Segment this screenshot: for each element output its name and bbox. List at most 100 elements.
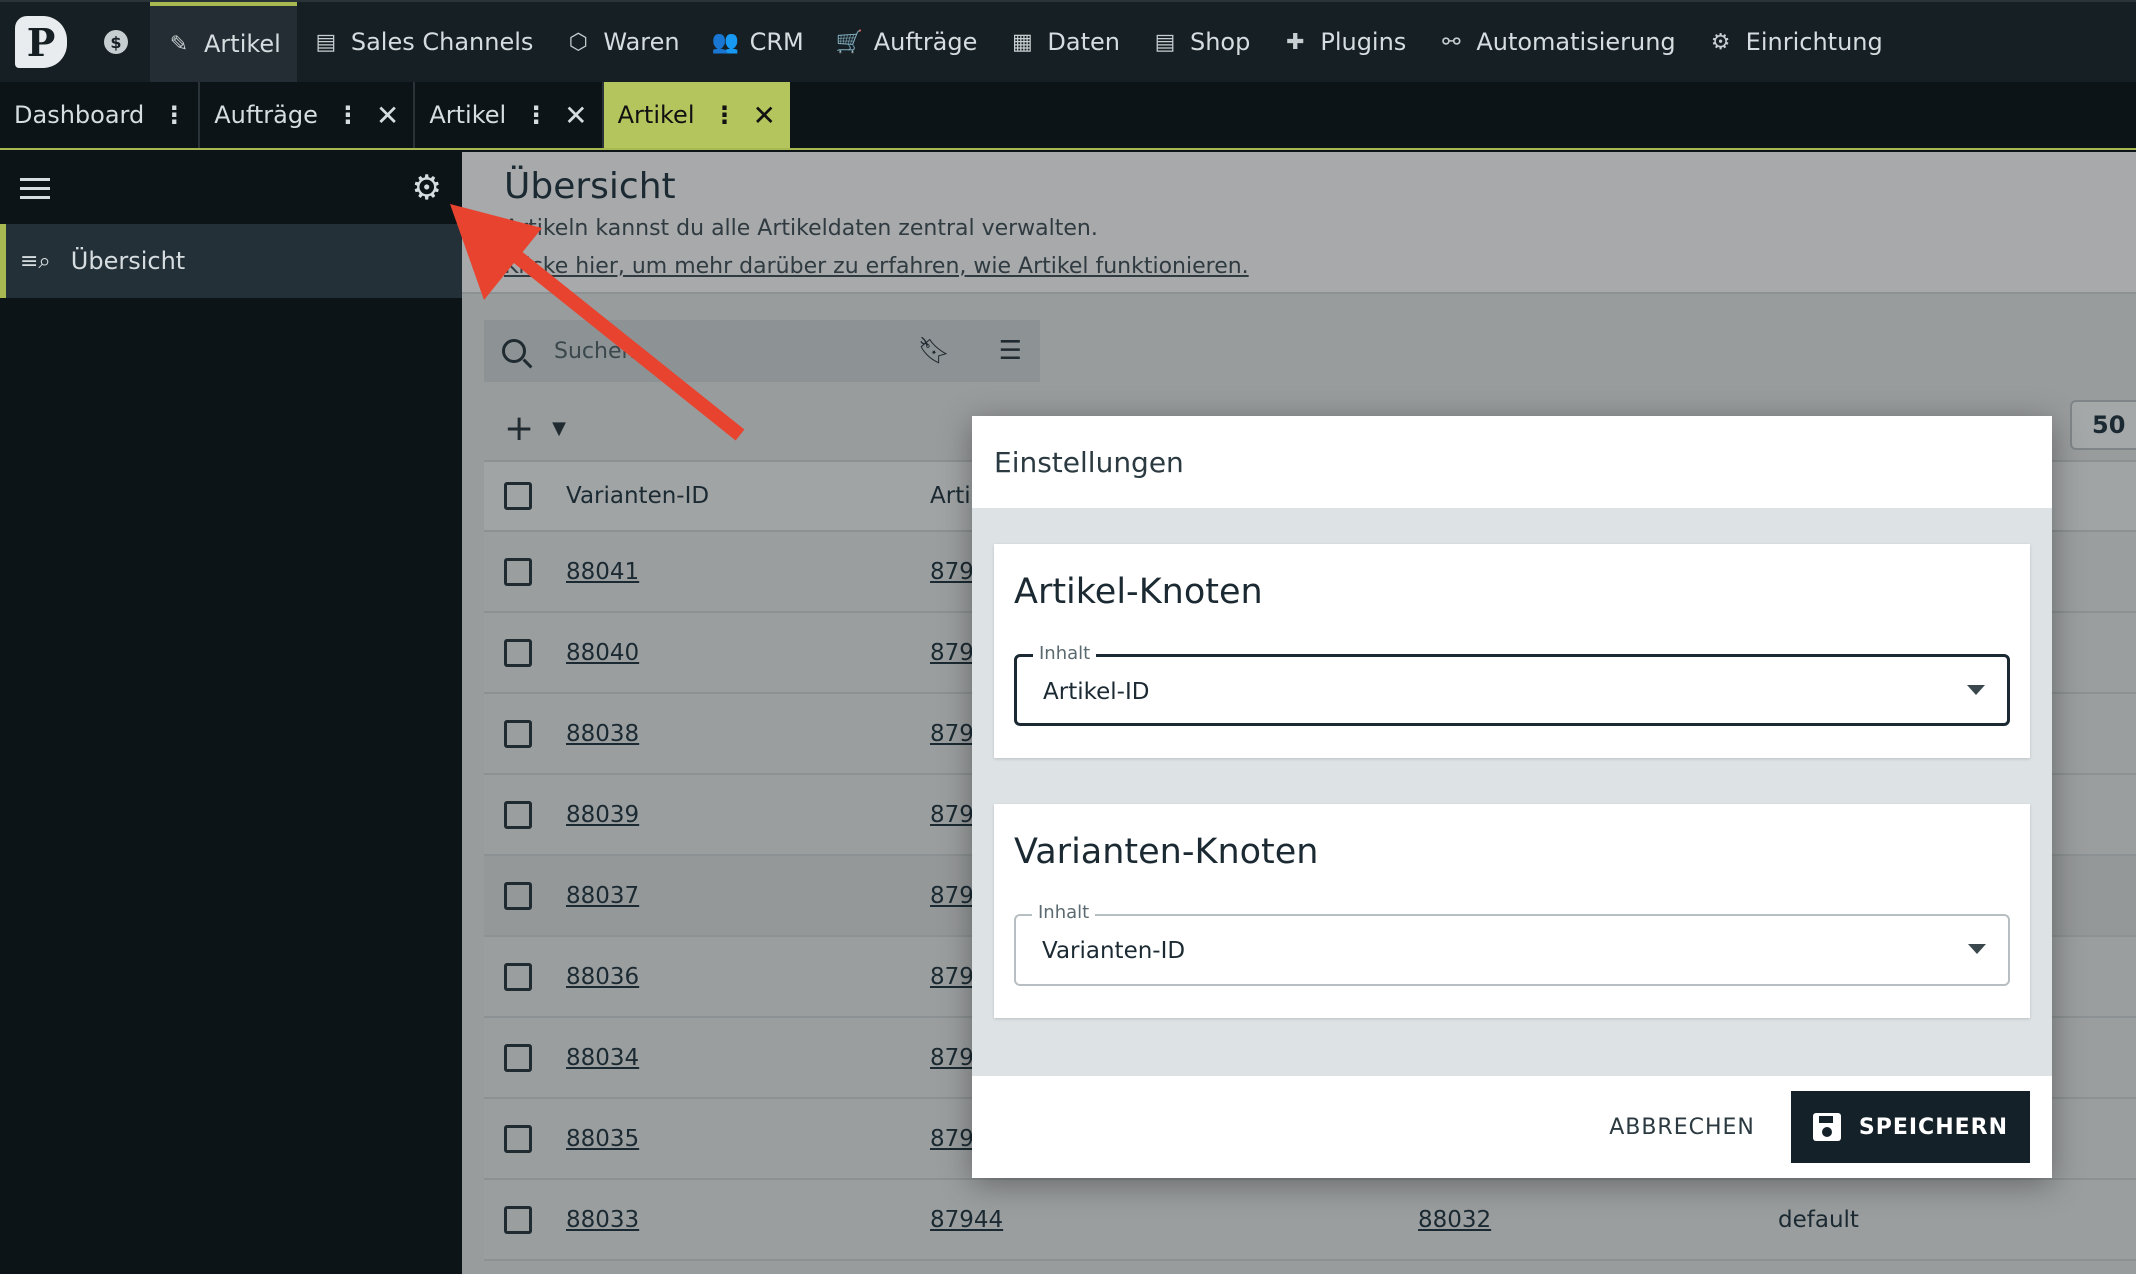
nav-item-waren[interactable]: ⬡ Waren [549, 2, 695, 82]
cell-article-id[interactable]: 879 [930, 964, 974, 990]
table-row[interactable]: 88033 87944 88032 default [484, 1180, 2136, 1261]
select-all-checkbox[interactable] [504, 482, 532, 510]
row-checkbox[interactable] [504, 638, 532, 667]
menu-icon[interactable] [20, 177, 50, 199]
more-vert-icon[interactable]: ⋮ [162, 101, 186, 129]
row-checkbox[interactable] [504, 962, 532, 991]
row-checkbox[interactable] [504, 1124, 532, 1153]
cell-article-id[interactable]: 879 [930, 640, 974, 666]
variant-node-title: Varianten-Knoten [1014, 832, 1319, 872]
bookmark-icon[interactable]: 🔖︎ [918, 336, 951, 366]
cell-article-id[interactable]: 87944 [930, 1207, 1003, 1233]
cancel-button[interactable]: ABBRECHEN [1609, 1115, 1755, 1140]
cart-icon: 🛒 [835, 29, 864, 55]
tab-aufträge[interactable]: Aufträge ⋮ ✕ [200, 82, 416, 148]
gear-icon: ⚙ [1710, 29, 1731, 55]
boxes-icon: ⬡ [568, 29, 588, 55]
nav-item-shop[interactable]: ▤ Shop [1136, 2, 1266, 82]
puzzle-icon: ✚ [1286, 29, 1305, 55]
flow-icon: ⚯ [1442, 29, 1461, 55]
nav-item-label: Einrichtung [1745, 28, 1883, 56]
cell-article-id[interactable]: 879 [930, 802, 974, 828]
close-icon[interactable]: ✕ [376, 99, 399, 132]
tab-artikel[interactable]: Artikel ⋮ ✕ [603, 82, 790, 148]
annotation-arrow-icon [450, 204, 745, 441]
select-label: Inhalt [1032, 902, 1096, 923]
cell-variant-id[interactable]: 88038 [566, 721, 639, 747]
tag-icon: ✎ [169, 31, 189, 57]
settings-dialog: Einstellungen Artikel-Knoten Inhalt Arti… [972, 416, 2052, 1178]
cell-article-id[interactable]: 879 [930, 1045, 974, 1071]
more-vert-icon[interactable]: ⋮ [336, 101, 360, 129]
dollar-icon: $ [104, 30, 128, 54]
nav-item-label: Waren [603, 28, 680, 56]
article-node-title: Artikel-Knoten [1014, 572, 1263, 612]
logo[interactable]: P [0, 2, 82, 82]
tab-label: Dashboard [14, 101, 145, 129]
tab-dashboard[interactable]: Dashboard ⋮ [0, 82, 201, 148]
cell-article-id[interactable]: 879 [930, 721, 974, 747]
variant-node-content-select[interactable]: Inhalt Varianten-ID [1014, 902, 2010, 986]
save-button[interactable]: SPEICHERN [1790, 1091, 2030, 1163]
dialog-body: Artikel-Knoten Inhalt Artikel-ID Variant… [972, 508, 2052, 1076]
nav-item-aufträge[interactable]: 🛒 Aufträge [820, 2, 994, 82]
currency-button[interactable]: $ [82, 30, 150, 54]
cell-variant-id[interactable]: 88034 [566, 1045, 639, 1071]
caret-down-icon [1967, 685, 1985, 695]
row-checkbox[interactable] [504, 1205, 532, 1234]
select-label: Inhalt [1033, 643, 1097, 664]
nav-item-label: Automatisierung [1476, 28, 1676, 56]
variant-node-card: Varianten-Knoten Inhalt Varianten-ID [994, 804, 2030, 1018]
nav-item-daten[interactable]: ▦ Daten [993, 2, 1136, 82]
more-vert-icon[interactable]: ⋮ [712, 101, 736, 129]
save-button-label: SPEICHERN [1858, 1114, 2008, 1140]
tab-artikel[interactable]: Artikel ⋮ ✕ [415, 82, 604, 148]
database-icon: ▦ [1011, 29, 1033, 55]
more-vert-icon[interactable]: ⋮ [524, 101, 548, 129]
tab-bar: Dashboard ⋮ Aufträge ⋮ ✕ Artikel ⋮ ✕ Artikel ⋮ ✕ [0, 82, 2136, 150]
row-checkbox[interactable] [504, 557, 532, 586]
nav-item-label: Sales Channels [350, 28, 534, 56]
list-search-icon: ≡⌕ [20, 248, 51, 274]
cell-variant-id[interactable]: 88037 [566, 883, 639, 909]
rows-per-page-select[interactable]: 50 [2070, 400, 2136, 450]
row-checkbox[interactable] [504, 800, 532, 829]
row-checkbox[interactable] [504, 881, 532, 910]
nav-item-automatisierung[interactable]: ⚯ Automatisierung [1422, 2, 1691, 82]
close-icon[interactable]: ✕ [564, 99, 587, 132]
nav-item-crm[interactable]: 👥 CRM [696, 2, 820, 82]
nav-item-sales-channels[interactable]: ▤ Sales Channels [297, 2, 550, 82]
nav-item-label: Artikel [204, 30, 281, 58]
row-checkbox[interactable] [504, 719, 532, 748]
row-checkbox[interactable] [504, 1043, 532, 1072]
article-node-card: Artikel-Knoten Inhalt Artikel-ID [994, 544, 2030, 758]
cell-variant-id[interactable]: 88041 [566, 559, 639, 585]
cell-variant-id[interactable]: 88033 [566, 1207, 639, 1233]
store-icon: ▤ [315, 29, 337, 55]
nav-item-label: Shop [1189, 28, 1251, 56]
cell-variant-id[interactable]: 88035 [566, 1126, 639, 1152]
cell-variant-id[interactable]: 88040 [566, 640, 639, 666]
cell-variant-id[interactable]: 88039 [566, 802, 639, 828]
cell-article-id[interactable]: 879 [930, 883, 974, 909]
filter-sliders-icon[interactable]: ☰ [999, 336, 1022, 366]
select-value: Varianten-ID [1042, 938, 1186, 964]
article-node-content-select[interactable]: Inhalt Artikel-ID [1014, 643, 2010, 726]
sidebar-item-uebersicht[interactable]: ≡⌕ Übersicht [0, 224, 462, 298]
cell-col4: default [1778, 1206, 1859, 1233]
nav-item-einrichtung[interactable]: ⚙ Einrichtung [1692, 2, 1899, 82]
cell-variant-id[interactable]: 88036 [566, 964, 639, 990]
nav-item-artikel[interactable]: ✎ Artikel [150, 2, 297, 82]
close-icon[interactable]: ✕ [752, 99, 775, 132]
nav-item-label: Plugins [1320, 28, 1407, 56]
select-value: Artikel-ID [1043, 679, 1150, 705]
nav-item-label: CRM [749, 28, 804, 56]
cell-article-id[interactable]: 879 [930, 1126, 974, 1152]
caret-down-icon [1968, 944, 1986, 954]
nav-item-label: Aufträge [873, 28, 978, 56]
column-header-variant-id[interactable]: Varianten-ID [566, 483, 930, 509]
cell-article-id[interactable]: 879 [930, 559, 974, 585]
top-navigation: P $ ✎ Artikel ▤ Sales Channels ⬡ Waren 👥 CRM 🛒 Au… [0, 0, 2136, 82]
cell-col3[interactable]: 88032 [1418, 1207, 1491, 1233]
nav-item-plugins[interactable]: ✚ Plugins [1266, 2, 1422, 82]
